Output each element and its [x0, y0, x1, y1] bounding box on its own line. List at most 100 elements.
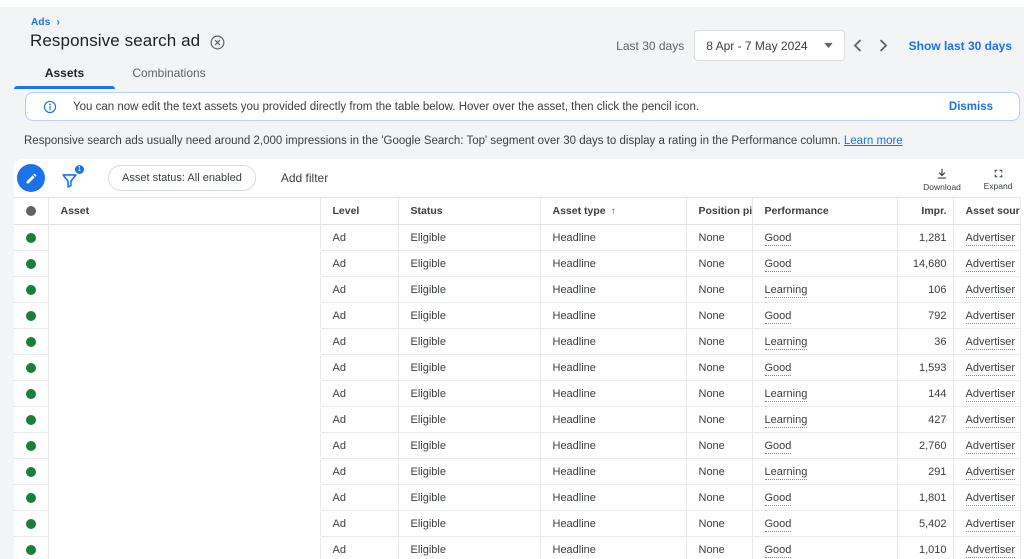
next-period-button[interactable] [871, 33, 897, 59]
status-cell: Eligible [398, 537, 540, 559]
performance-cell: Learning [752, 329, 897, 355]
dismiss-button[interactable]: Dismiss [949, 101, 993, 113]
breadcrumb-ads-link[interactable]: Ads [31, 17, 51, 28]
asset-source-value[interactable]: Advertiser [966, 336, 1016, 350]
banner-message: You can now edit the text assets you pro… [73, 101, 949, 113]
asset-source-value[interactable]: Advertiser [966, 232, 1016, 246]
asset-source-value[interactable]: Advertiser [966, 414, 1016, 428]
table-row: AdEligibleHeadlineNoneGood792Advertiser [14, 303, 1020, 329]
asset-source-cell: Advertiser [953, 485, 1020, 511]
column-header-impressions[interactable]: Impr. [897, 198, 953, 225]
asset-cell[interactable] [48, 225, 320, 251]
asset-cell[interactable] [48, 485, 320, 511]
asset-cell[interactable] [48, 303, 320, 329]
impressions-cell: 1,010 [897, 537, 953, 559]
impressions-cell: 1,281 [897, 225, 953, 251]
performance-value[interactable]: Good [765, 518, 792, 532]
performance-value[interactable]: Learning [765, 414, 808, 428]
enabled-status-dot[interactable] [26, 545, 36, 555]
enabled-status-dot[interactable] [26, 441, 36, 451]
performance-value[interactable]: Good [765, 258, 792, 272]
impressions-cell: 2,760 [897, 433, 953, 459]
enabled-status-dot[interactable] [26, 519, 36, 529]
table-row: AdEligibleHeadlineNoneGood1,281Advertise… [14, 225, 1020, 251]
column-header-position-pinning[interactable]: Position pinning [686, 198, 752, 225]
breadcrumb[interactable]: Ads › [31, 17, 60, 28]
remove-filter-icon[interactable] [209, 34, 226, 51]
asset-source-value[interactable]: Advertiser [966, 388, 1016, 402]
assets-table-card: 1 Asset status: All enabled Add filter D… [14, 159, 1024, 559]
performance-value[interactable]: Good [765, 310, 792, 324]
enabled-status-dot[interactable] [26, 363, 36, 373]
asset-source-value[interactable]: Advertiser [966, 284, 1016, 298]
asset-source-value[interactable]: Advertiser [966, 258, 1016, 272]
date-range-dropdown[interactable]: 8 Apr - 7 May 2024 [694, 30, 844, 61]
add-filter-button[interactable]: Add filter [281, 171, 328, 185]
enabled-status-dot[interactable] [26, 285, 36, 295]
enabled-status-dot[interactable] [26, 415, 36, 425]
performance-value[interactable]: Good [765, 544, 792, 558]
asset-type-cell: Headline [540, 225, 686, 251]
asset-cell[interactable] [48, 277, 320, 303]
enabled-status-dot[interactable] [26, 493, 36, 503]
asset-cell[interactable] [48, 329, 320, 355]
asset-status-filter-chip[interactable]: Asset status: All enabled [108, 165, 256, 191]
enabled-status-dot[interactable] [26, 233, 36, 243]
asset-source-value[interactable]: Advertiser [966, 362, 1016, 376]
asset-source-value[interactable]: Advertiser [966, 544, 1016, 558]
performance-cell: Good [752, 485, 897, 511]
performance-value[interactable]: Learning [765, 336, 808, 350]
performance-value[interactable]: Good [765, 440, 792, 454]
status-dot-cell [14, 277, 48, 303]
column-header-asset-source[interactable]: Asset source [953, 198, 1020, 225]
level-cell: Ad [320, 381, 398, 407]
performance-value[interactable]: Learning [765, 388, 808, 402]
enabled-status-dot[interactable] [26, 259, 36, 269]
status-dot-cell [14, 381, 48, 407]
asset-source-value[interactable]: Advertiser [966, 518, 1016, 532]
column-header-level[interactable]: Level [320, 198, 398, 225]
enabled-status-dot[interactable] [26, 389, 36, 399]
asset-source-value[interactable]: Advertiser [966, 310, 1016, 324]
enabled-status-dot[interactable] [26, 467, 36, 477]
position-pinning-cell: None [686, 511, 752, 537]
asset-cell[interactable] [48, 251, 320, 277]
filter-funnel-button[interactable]: 1 [60, 166, 82, 190]
asset-cell[interactable] [48, 511, 320, 537]
asset-source-value[interactable]: Advertiser [966, 440, 1016, 454]
learn-more-link[interactable]: Learn more [844, 135, 903, 147]
asset-cell[interactable] [48, 407, 320, 433]
enabled-status-dot[interactable] [26, 311, 36, 321]
date-range-value: 8 Apr - 7 May 2024 [706, 39, 807, 53]
edit-pencil-button[interactable] [17, 164, 45, 192]
performance-value[interactable]: Good [765, 362, 792, 376]
asset-source-value[interactable]: Advertiser [966, 466, 1016, 480]
status-cell: Eligible [398, 511, 540, 537]
expand-button[interactable]: Expand [974, 165, 1022, 192]
download-button[interactable]: Download [918, 165, 966, 192]
asset-cell[interactable] [48, 433, 320, 459]
column-header-performance[interactable]: Performance [752, 198, 897, 225]
show-last-30-days-link[interactable]: Show last 30 days [909, 39, 1012, 53]
asset-type-cell: Headline [540, 355, 686, 381]
asset-cell[interactable] [48, 537, 320, 559]
status-dot-cell [14, 251, 48, 277]
performance-value[interactable]: Good [765, 232, 792, 246]
asset-cell[interactable] [48, 459, 320, 485]
performance-value[interactable]: Learning [765, 466, 808, 480]
column-header-status[interactable]: Status [398, 198, 540, 225]
previous-period-button[interactable] [845, 33, 871, 59]
asset-cell[interactable] [48, 381, 320, 407]
tab-combinations[interactable]: Combinations [115, 61, 223, 87]
asset-cell[interactable] [48, 355, 320, 381]
column-header-asset-type[interactable]: Asset type↑ [540, 198, 686, 225]
asset-type-cell: Headline [540, 537, 686, 559]
asset-source-cell: Advertiser [953, 407, 1020, 433]
info-banner: You can now edit the text assets you pro… [25, 92, 1020, 121]
asset-source-value[interactable]: Advertiser [966, 492, 1016, 506]
performance-value[interactable]: Good [765, 492, 792, 506]
performance-value[interactable]: Learning [765, 284, 808, 298]
enabled-status-dot[interactable] [26, 337, 36, 347]
column-header-asset[interactable]: Asset [48, 198, 320, 225]
tab-assets[interactable]: Assets [14, 61, 115, 87]
